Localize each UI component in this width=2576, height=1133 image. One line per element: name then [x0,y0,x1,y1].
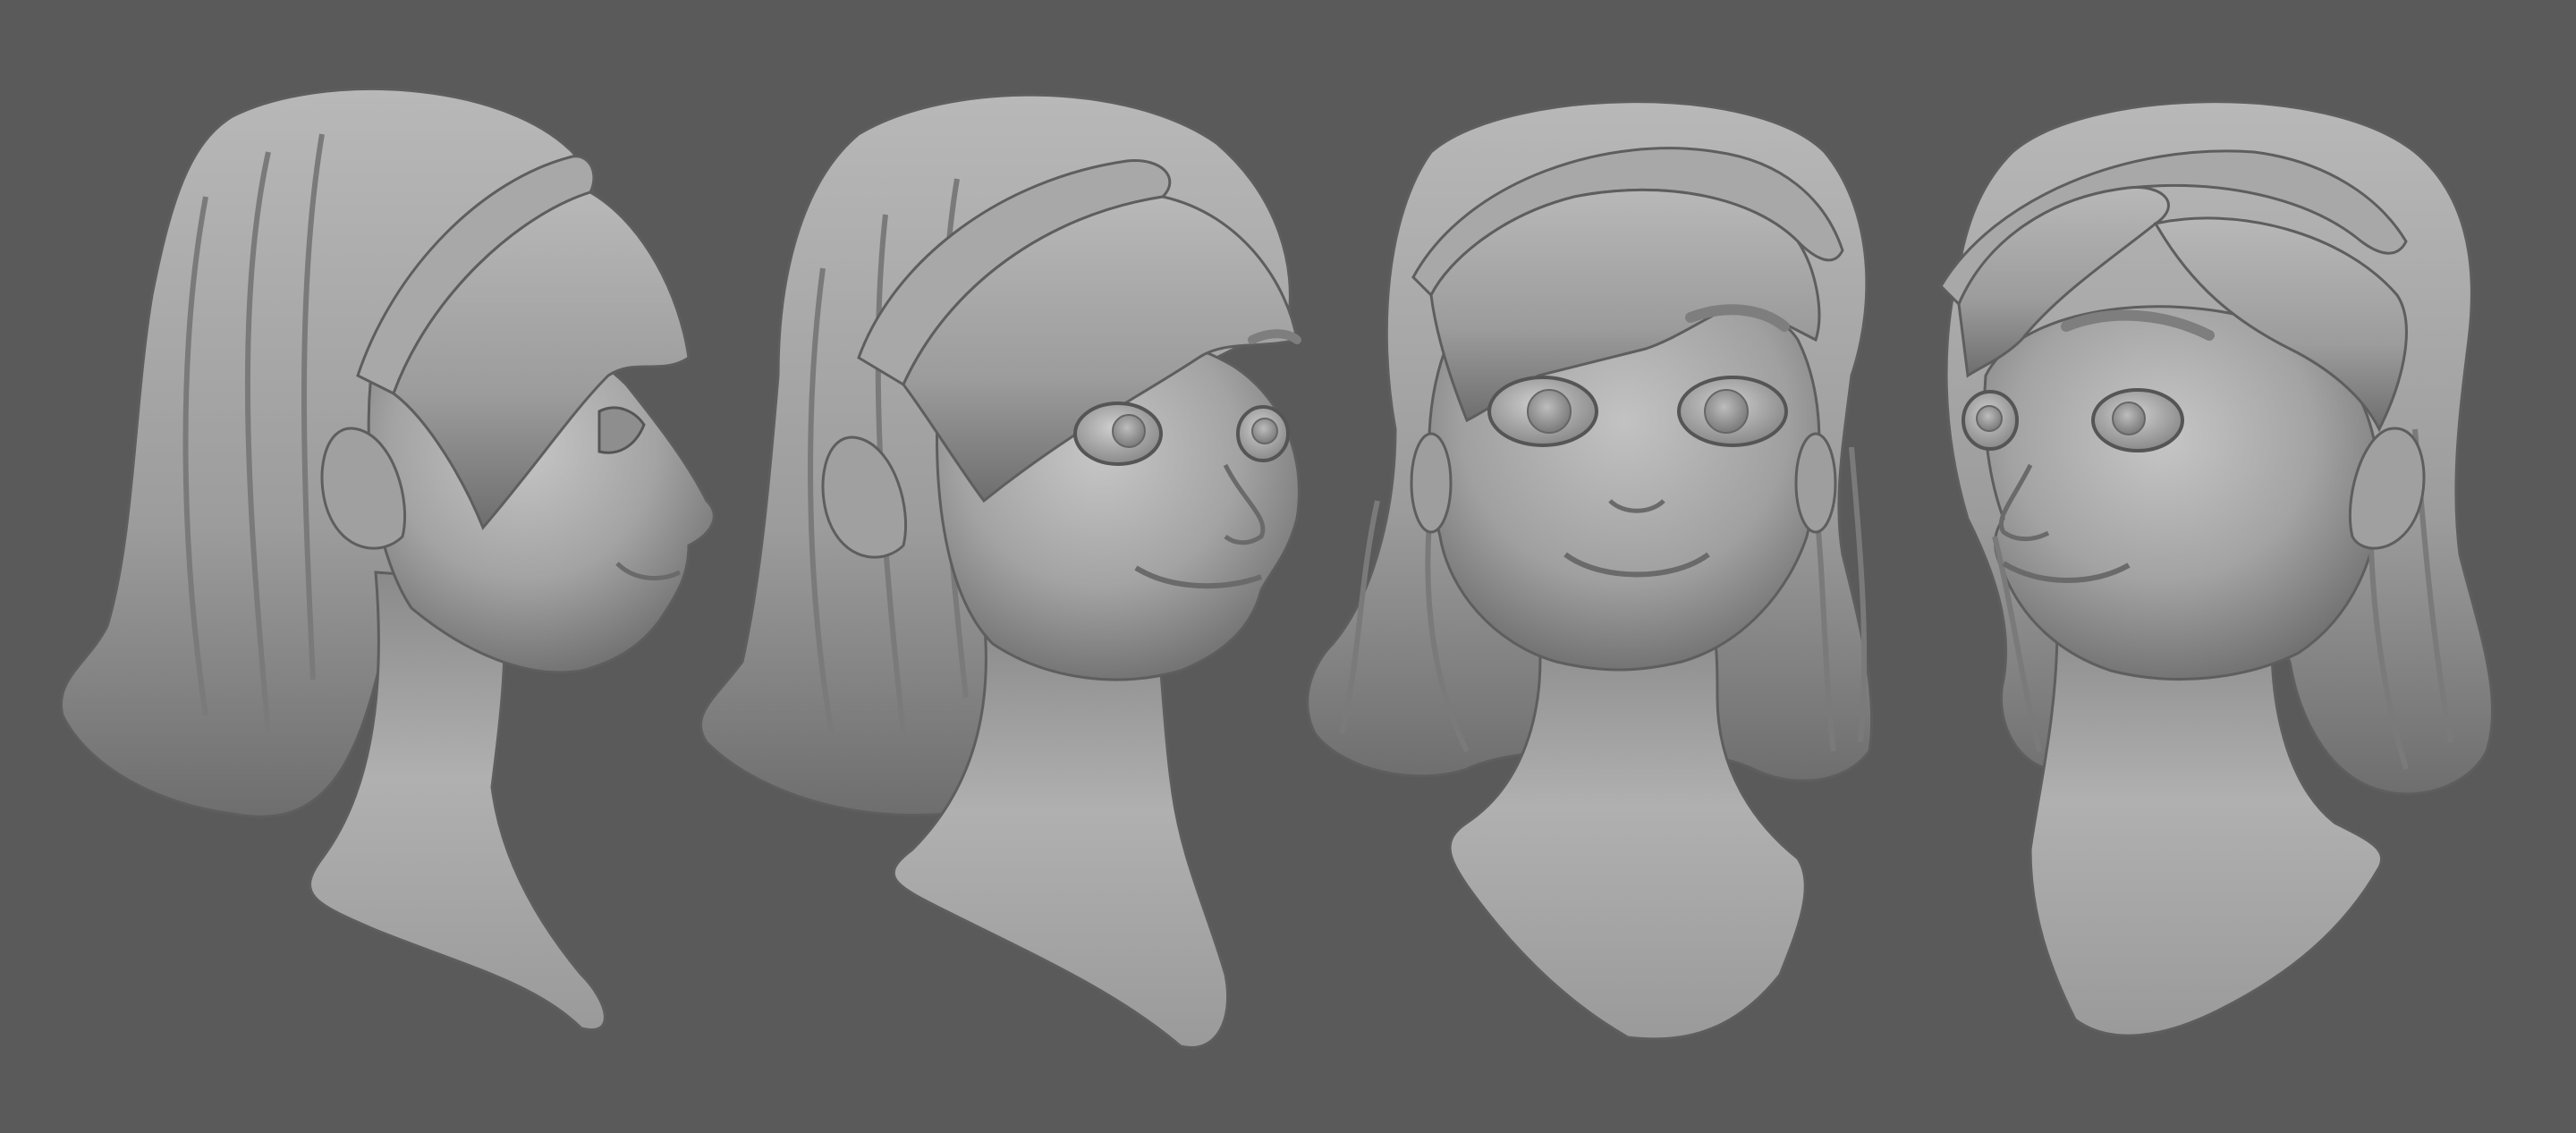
iris-right [2112,402,2146,435]
view-front [1306,100,1874,1041]
ear-left [1410,432,1453,534]
iris-right [1251,418,1278,444]
view-three-quarter-left [1939,100,2495,1037]
iris-left [1976,405,2003,432]
sculpt-render [60,88,2495,1049]
iris-left [1527,389,1572,434]
iris-left [1112,414,1146,448]
sculpt-turnaround-canvas [0,0,2576,1133]
view-profile-right [60,88,716,1031]
view-three-quarter-right [699,93,1301,1049]
ear-right [1794,432,1837,534]
iris-right [1704,389,1749,434]
